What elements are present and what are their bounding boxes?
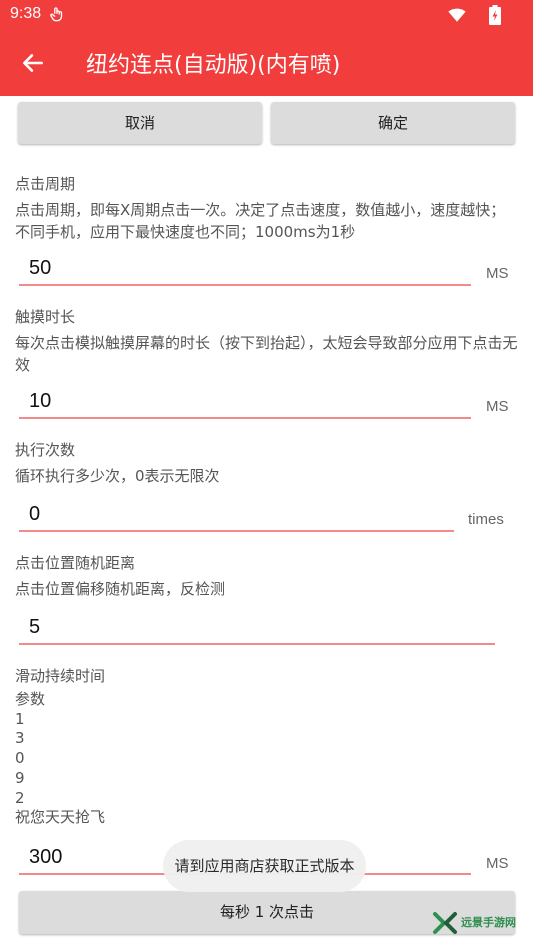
watermark: 远景手游网 bbox=[432, 908, 528, 938]
wifi-icon bbox=[448, 8, 466, 22]
watermark-text: 远景手游网 bbox=[461, 916, 516, 929]
random-offset-label: 点击位置随机距离 bbox=[15, 554, 136, 572]
swipe-duration-value: 300 bbox=[29, 846, 63, 868]
back-arrow-icon[interactable] bbox=[20, 50, 46, 76]
repeat-count-underline bbox=[19, 530, 454, 532]
battery-icon bbox=[489, 5, 501, 25]
period-label: 点击周期 bbox=[15, 175, 76, 193]
repeat-count-description: 循环执行多少次，0表示无限次 bbox=[15, 467, 220, 485]
app-bar: 纽约连点(自动版)(内有喷) bbox=[0, 30, 533, 96]
touch-icon bbox=[50, 7, 63, 22]
ok-button[interactable]: 确定 bbox=[271, 102, 515, 144]
toast-message: 请到应用商店获取正式版本 bbox=[163, 840, 366, 892]
touch-duration-value: 10 bbox=[29, 390, 52, 412]
repeat-count-label: 执行次数 bbox=[15, 441, 76, 459]
cancel-button[interactable]: 取消 bbox=[18, 102, 262, 144]
status-time: 9:38 bbox=[10, 5, 42, 22]
swipe-duration-label: 滑动持续时间 bbox=[15, 667, 106, 685]
param-item: 9 bbox=[15, 768, 25, 787]
param-item: 2 bbox=[15, 788, 25, 807]
status-bar: 9:38 bbox=[0, 0, 533, 30]
param-item: 0 bbox=[15, 749, 25, 768]
period-input[interactable]: 50 bbox=[19, 250, 471, 286]
repeat-count-input[interactable]: 0 bbox=[19, 496, 454, 532]
touch-duration-label: 触摸时长 bbox=[15, 308, 76, 326]
touch-duration-input[interactable]: 10 bbox=[19, 383, 471, 419]
param-item: 3 bbox=[15, 729, 25, 748]
period-value: 50 bbox=[29, 257, 52, 279]
page-title: 纽约连点(自动版)(内有喷) bbox=[86, 53, 341, 78]
period-description: 点击周期，即每X周期点击一次。决定了点击速度，数值越小，速度越快；不同手机，应用… bbox=[15, 201, 506, 241]
period-unit: MS bbox=[486, 265, 509, 282]
random-offset-input[interactable]: 5 bbox=[19, 609, 495, 645]
random-offset-value: 5 bbox=[29, 616, 41, 638]
touch-duration-underline bbox=[19, 417, 471, 419]
params-title: 参数 bbox=[15, 690, 46, 708]
touch-duration-description: 每次点击模拟触摸屏幕的时长（按下到抬起），太短会导致部分应用下点击无效 bbox=[15, 334, 518, 374]
repeat-count-unit: times bbox=[468, 511, 504, 528]
swipe-duration-unit: MS bbox=[486, 855, 509, 872]
watermark-logo-icon bbox=[433, 912, 457, 934]
params-block: 参数 1 3 0 9 2 祝您天天抢飞 bbox=[15, 690, 105, 828]
random-offset-underline bbox=[19, 643, 495, 645]
period-underline bbox=[19, 284, 471, 286]
wish-text: 祝您天天抢飞 bbox=[15, 808, 106, 827]
repeat-count-value: 0 bbox=[29, 503, 41, 525]
param-item: 1 bbox=[15, 709, 25, 728]
random-offset-description: 点击位置偏移随机距离，反检测 bbox=[15, 580, 226, 598]
touch-duration-unit: MS bbox=[486, 398, 509, 415]
